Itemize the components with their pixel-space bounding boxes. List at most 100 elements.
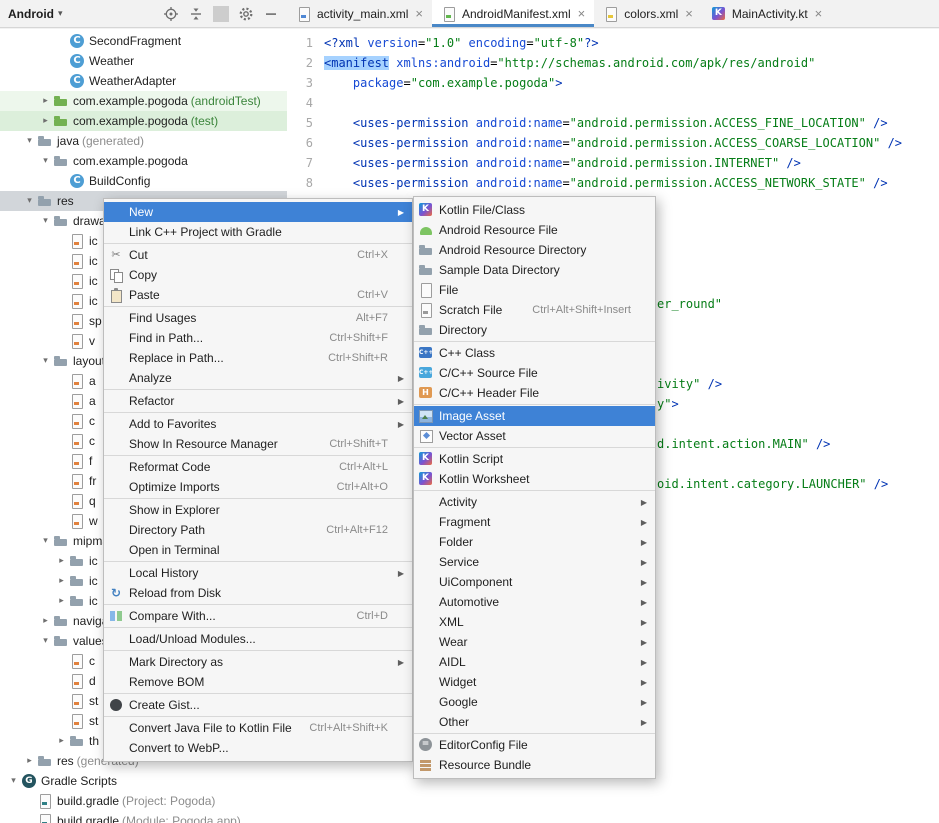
menu-item-show-in-explorer[interactable]: Show in Explorer (104, 500, 412, 520)
menu-item-fragment[interactable]: Fragment▶ (414, 512, 655, 532)
menu-item-automotive[interactable]: Automotive▶ (414, 592, 655, 612)
tree-item-gradle-scripts[interactable]: ▾Gradle Scripts (0, 771, 287, 791)
menu-item-vector-asset[interactable]: Vector Asset (414, 426, 655, 446)
tree-item-com-example-pogoda-test[interactable]: ▸com.example.pogoda (test) (0, 111, 287, 131)
tab-close-icon[interactable]: × (415, 7, 423, 20)
menu-item-paste[interactable]: PasteCtrl+V (104, 285, 412, 305)
menu-item-c-c-header-file[interactable]: C/C++ Header File (414, 383, 655, 403)
menu-item-resource-bundle[interactable]: Resource Bundle (414, 755, 655, 775)
menu-item-sample-data-directory[interactable]: Sample Data Directory (414, 260, 655, 280)
tree-item-com-example-pogoda-androidtest[interactable]: ▸com.example.pogoda (androidTest) (0, 91, 287, 111)
tree-closed-arrow-icon[interactable]: ▸ (22, 756, 37, 766)
menu-item-analyze[interactable]: Analyze▶ (104, 368, 412, 388)
menu-item-android-resource-directory[interactable]: Android Resource Directory (414, 240, 655, 260)
menu-item-directory-path[interactable]: Directory PathCtrl+Alt+F12 (104, 520, 412, 540)
menu-item-google[interactable]: Google▶ (414, 692, 655, 712)
tab-close-icon[interactable]: × (815, 7, 823, 20)
tab-colors-xml[interactable]: colors.xml× (594, 0, 702, 27)
menu-item-find-in-path[interactable]: Find in Path...Ctrl+Shift+F (104, 328, 412, 348)
menu-item-c-c-source-file[interactable]: C/C++ Source File (414, 363, 655, 383)
menu-item-create-gist[interactable]: Create Gist... (104, 695, 412, 715)
tree-item-buildconfig[interactable]: BuildConfig (0, 171, 287, 191)
menu-item-android-resource-file[interactable]: Android Resource File (414, 220, 655, 240)
menu-item-file[interactable]: File (414, 280, 655, 300)
tree-open-arrow-icon[interactable]: ▾ (6, 776, 21, 786)
menu-item-optimize-imports[interactable]: Optimize ImportsCtrl+Alt+O (104, 477, 412, 497)
tree-open-arrow-icon[interactable]: ▾ (38, 356, 53, 366)
menu-item-scratch-file[interactable]: Scratch FileCtrl+Alt+Shift+Insert (414, 300, 655, 320)
menu-item-open-in-terminal[interactable]: Open in Terminal (104, 540, 412, 560)
menu-item-copy[interactable]: Copy (104, 265, 412, 285)
menu-item-directory[interactable]: Directory (414, 320, 655, 340)
project-view-selector[interactable]: Android (8, 7, 54, 21)
menu-item-service[interactable]: Service▶ (414, 552, 655, 572)
menu-item-image-asset[interactable]: Image Asset (414, 406, 655, 426)
menu-item-find-usages[interactable]: Find UsagesAlt+F7 (104, 308, 412, 328)
tree-item-build-gradle-project-pogoda[interactable]: build.gradle (Project: Pogoda) (0, 791, 287, 811)
locate-icon[interactable] (163, 6, 179, 22)
tab-activity-main-xml[interactable]: activity_main.xml× (287, 0, 432, 27)
menu-item-uicomponent[interactable]: UiComponent▶ (414, 572, 655, 592)
tree-open-arrow-icon[interactable]: ▾ (38, 156, 53, 166)
menu-item-label: Link C++ Project with Gradle (129, 225, 282, 239)
menu-item-remove-bom[interactable]: Remove BOM (104, 672, 412, 692)
menu-item-refactor[interactable]: Refactor▶ (104, 391, 412, 411)
tree-closed-arrow-icon[interactable]: ▸ (54, 596, 69, 606)
menu-item-kotlin-worksheet[interactable]: Kotlin Worksheet (414, 469, 655, 489)
tree-item-com-example-pogoda[interactable]: ▾com.example.pogoda (0, 151, 287, 171)
tree-closed-arrow-icon[interactable]: ▸ (38, 116, 53, 126)
tree-open-arrow-icon[interactable]: ▾ (38, 216, 53, 226)
menu-item-mark-directory-as[interactable]: Mark Directory as▶ (104, 652, 412, 672)
tree-closed-arrow-icon[interactable]: ▸ (54, 576, 69, 586)
menu-item-add-to-favorites[interactable]: Add to Favorites▶ (104, 414, 412, 434)
menu-item-reformat-code[interactable]: Reformat CodeCtrl+Alt+L (104, 457, 412, 477)
collapse-all-icon[interactable] (188, 6, 204, 22)
tree-open-arrow-icon[interactable]: ▾ (22, 196, 37, 206)
menu-item-folder[interactable]: Folder▶ (414, 532, 655, 552)
menu-item-compare-with[interactable]: Compare With...Ctrl+D (104, 606, 412, 626)
menu-item-cut[interactable]: CutCtrl+X (104, 245, 412, 265)
menu-item-new[interactable]: New▶ (104, 202, 412, 222)
menu-item-label: Find Usages (129, 311, 196, 325)
tab-mainactivity-kt[interactable]: MainActivity.kt× (702, 0, 831, 27)
menu-item-link-c-project-with-gradle[interactable]: Link C++ Project with Gradle (104, 222, 412, 242)
menu-item-label: Scratch File (439, 303, 502, 317)
tree-closed-arrow-icon[interactable]: ▸ (38, 96, 53, 106)
menu-item-replace-in-path[interactable]: Replace in Path...Ctrl+Shift+R (104, 348, 412, 368)
menu-item-convert-java-file-to-kotlin-file[interactable]: Convert Java File to Kotlin FileCtrl+Alt… (104, 718, 412, 738)
menu-item-load-unload-modules[interactable]: Load/Unload Modules... (104, 629, 412, 649)
tree-open-arrow-icon[interactable]: ▾ (38, 636, 53, 646)
tree-item-weather[interactable]: Weather (0, 51, 287, 71)
xml-file-icon (69, 493, 85, 509)
tree-closed-arrow-icon[interactable]: ▸ (38, 616, 53, 626)
tree-closed-arrow-icon[interactable]: ▸ (54, 556, 69, 566)
tree-open-arrow-icon[interactable]: ▾ (22, 136, 37, 146)
menu-item-show-in-resource-manager[interactable]: Show In Resource ManagerCtrl+Shift+T (104, 434, 412, 454)
menu-item-aidl[interactable]: AIDL▶ (414, 652, 655, 672)
tree-item-java-generated[interactable]: ▾java (generated) (0, 131, 287, 151)
tree-closed-arrow-icon[interactable]: ▸ (54, 736, 69, 746)
menu-item-other[interactable]: Other▶ (414, 712, 655, 732)
menu-item-local-history[interactable]: Local History▶ (104, 563, 412, 583)
tree-item-weatheradapter[interactable]: WeatherAdapter (0, 71, 287, 91)
menu-item-activity[interactable]: Activity▶ (414, 492, 655, 512)
menu-item-kotlin-file-class[interactable]: Kotlin File/Class (414, 200, 655, 220)
menu-item-kotlin-script[interactable]: Kotlin Script (414, 449, 655, 469)
menu-item-widget[interactable]: Widget▶ (414, 672, 655, 692)
menu-icon-spacer (108, 565, 124, 581)
menu-item-xml[interactable]: XML▶ (414, 612, 655, 632)
settings-gear-icon[interactable] (238, 6, 254, 22)
tab-close-icon[interactable]: × (578, 7, 586, 20)
menu-item-convert-to-webp[interactable]: Convert to WebP... (104, 738, 412, 758)
tree-item-secondfragment[interactable]: SecondFragment (0, 31, 287, 51)
menu-item-wear[interactable]: Wear▶ (414, 632, 655, 652)
menu-item-c-class[interactable]: C++ Class (414, 343, 655, 363)
tree-item-build-gradle-module-pogoda-app[interactable]: build.gradle (Module: Pogoda.app) (0, 811, 287, 823)
menu-item-reload-from-disk[interactable]: Reload from Disk (104, 583, 412, 603)
tab-close-icon[interactable]: × (685, 7, 693, 20)
tab-androidmanifest-xml[interactable]: AndroidManifest.xml× (432, 0, 594, 27)
tree-open-arrow-icon[interactable]: ▾ (38, 536, 53, 546)
menu-item-editorconfig-file[interactable]: EditorConfig File (414, 735, 655, 755)
code-segment: = (403, 76, 410, 90)
hide-panel-icon[interactable] (263, 6, 279, 22)
